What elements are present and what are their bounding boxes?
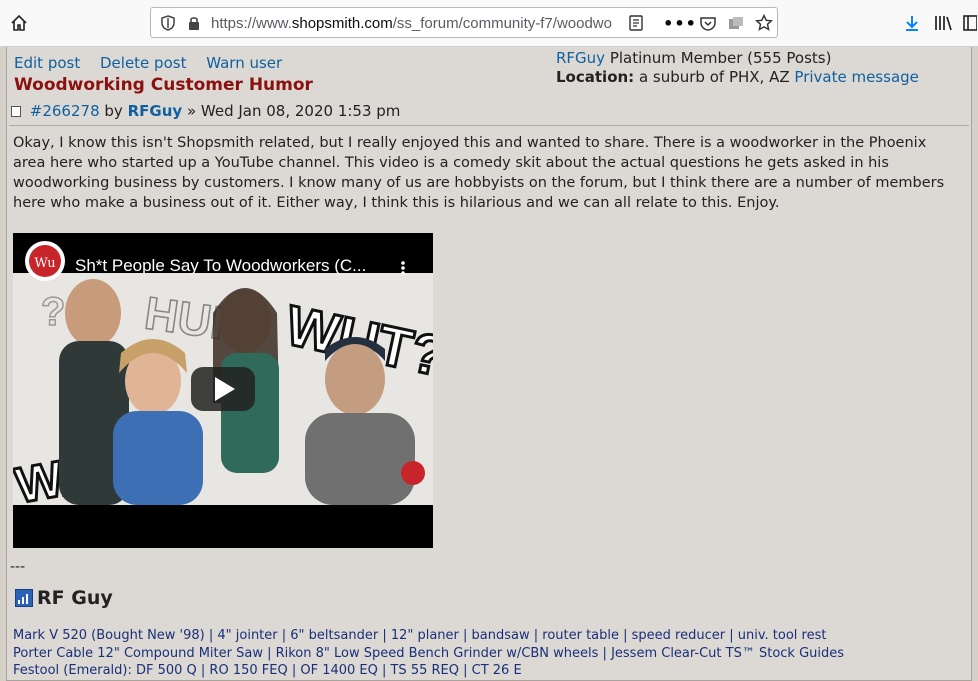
bookmark-star-icon[interactable]	[754, 13, 774, 33]
pocket-icon[interactable]	[699, 14, 717, 32]
video-thumbnail: ?? HUH WUT? WADU? Wu Sh*t People Say To …	[13, 233, 433, 548]
location-label: Location:	[556, 68, 635, 86]
edit-post-link[interactable]: Edit post	[14, 54, 80, 72]
delete-post-link[interactable]: Delete post	[100, 54, 186, 72]
post-by: by	[104, 102, 123, 120]
shield-icon[interactable]	[159, 14, 177, 32]
post-author-link[interactable]: RFGuy	[128, 102, 183, 120]
location-value: a suburb of PHX, AZ	[638, 68, 790, 86]
url-text[interactable]: https://www.shopsmith.com/ss_forum/commu…	[211, 15, 615, 32]
url-prefix: https://www.	[211, 15, 292, 32]
lock-icon[interactable]	[185, 14, 203, 32]
video-title[interactable]: Sh*t People Say To Woodworkers (C...	[75, 256, 366, 275]
signature-line: Porter Cable 12" Compound Miter Saw | Ri…	[13, 645, 845, 661]
library-icon[interactable]	[933, 12, 955, 34]
post-body: Okay, I know this isn't Shopsmith relate…	[13, 135, 945, 211]
post-actions: Edit post Delete post Warn user	[14, 54, 297, 72]
private-message-link[interactable]: Private message	[794, 68, 918, 86]
post-title: Woodworking Customer Humor	[14, 75, 313, 95]
url-host: shopsmith.com	[291, 15, 393, 32]
post-icon	[11, 106, 21, 117]
post-date: » Wed Jan 08, 2020 1:53 pm	[186, 102, 401, 120]
sidebar-icon[interactable]	[962, 12, 978, 34]
download-icon[interactable]	[901, 12, 923, 34]
signature-line: Festool (Emerald): DF 500 Q | RO 150 FEQ…	[13, 663, 522, 678]
channel-logo[interactable]: Wu	[34, 256, 55, 271]
signature-divider: ---	[10, 559, 26, 575]
signature-name-text: RF Guy	[37, 587, 113, 609]
address-bar[interactable]: https://www.shopsmith.com/ss_forum/commu…	[150, 7, 778, 38]
youtube-embed[interactable]: ?? HUH WUT? WADU? Wu Sh*t People Say To …	[13, 233, 433, 548]
signature-line: Mark V 520 (Bought New '98) | 4" jointer…	[13, 628, 827, 643]
home-icon[interactable]	[8, 12, 30, 34]
signature-name: RF Guy	[15, 587, 113, 609]
signal-icon	[15, 589, 33, 607]
divider	[9, 125, 969, 126]
author-profile: RFGuy Platinum Member (555 Posts) Locati…	[556, 49, 919, 87]
video-menu-icon[interactable]	[401, 261, 405, 265]
screenshot-icon[interactable]	[727, 14, 745, 32]
signature-tools: Mark V 520 (Bought New '98) | 4" jointer…	[13, 627, 844, 680]
profile-username[interactable]: RFGuy	[556, 49, 605, 67]
profile-rank: Platinum Member (555 Posts)	[609, 49, 832, 67]
post-id-link[interactable]: #266278	[30, 102, 100, 120]
more-actions-icon[interactable]: •••	[663, 14, 696, 33]
url-path: /ss_forum/community-f7/woodwo	[392, 15, 612, 32]
forum-post: Edit post Delete post Warn user Woodwork…	[6, 47, 972, 681]
reader-view-icon[interactable]	[627, 14, 645, 32]
warn-user-link[interactable]: Warn user	[206, 54, 282, 72]
browser-toolbar: https://www.shopsmith.com/ss_forum/commu…	[0, 0, 978, 47]
post-meta: #266278 by RFGuy » Wed Jan 08, 2020 1:53…	[11, 102, 400, 120]
